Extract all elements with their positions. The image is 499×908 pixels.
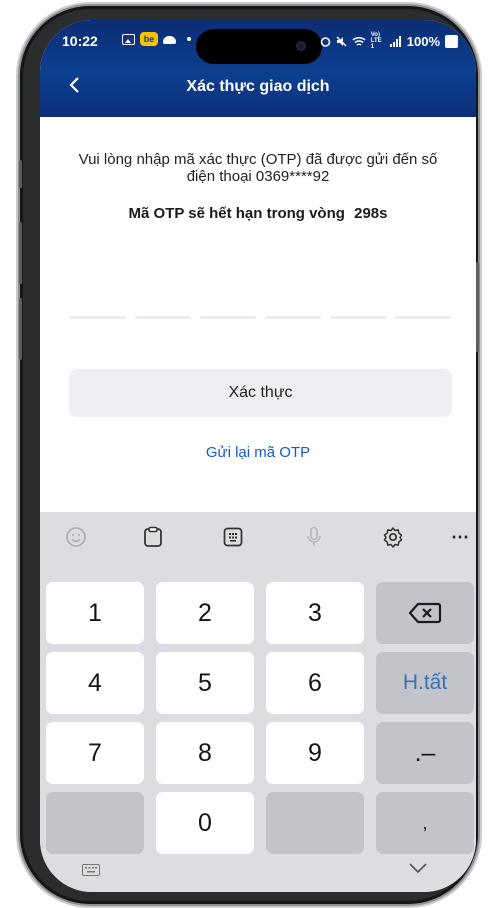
emoji-icon[interactable] xyxy=(64,525,88,549)
otp-digit-input[interactable] xyxy=(70,316,126,319)
signal-icon xyxy=(389,35,401,47)
otp-digit-input[interactable] xyxy=(330,316,386,319)
otp-digit-input[interactable] xyxy=(395,316,451,319)
blank-key[interactable] xyxy=(266,792,364,854)
chevron-down-icon[interactable] xyxy=(408,862,428,874)
dynamic-island xyxy=(196,29,322,64)
otp-expiry: Mã OTP sẽ hết hạn trong vòng 298s xyxy=(40,205,476,222)
otp-expiry-label: Mã OTP sẽ hết hạn trong vòng xyxy=(128,205,345,222)
dot-dash-key[interactable]: .– xyxy=(376,722,474,784)
microphone-icon[interactable] xyxy=(302,525,326,549)
otp-instruction: Vui lòng nhập mã xác thực (OTP) đã được … xyxy=(78,151,438,185)
front-camera-icon xyxy=(296,41,306,51)
status-time: 10:22 xyxy=(62,33,98,49)
otp-input-group xyxy=(70,316,451,319)
backspace-key[interactable] xyxy=(376,582,474,644)
power-button xyxy=(476,262,479,352)
keyboard-toolbar: ⋯ xyxy=(40,512,476,562)
wifi-icon xyxy=(352,36,366,46)
blank-key[interactable] xyxy=(46,792,144,854)
screen: 10:22 be Vo) LTE1 100% Xác thực giao dịc… xyxy=(40,20,476,892)
status-right-icons: Vo) LTE1 100% xyxy=(320,32,458,50)
key-0[interactable]: 0 xyxy=(156,792,254,854)
keypad-icon[interactable] xyxy=(221,525,245,549)
key-8[interactable]: 8 xyxy=(156,722,254,784)
cloud-icon xyxy=(163,36,176,44)
comma-key[interactable]: , xyxy=(376,792,474,854)
gallery-icon xyxy=(122,33,135,45)
battery-icon xyxy=(445,34,458,48)
key-7[interactable]: 7 xyxy=(46,722,144,784)
page-title: Xác thực giao dịch xyxy=(186,78,330,95)
verify-button[interactable]: Xác thực xyxy=(69,369,452,417)
dot-icon xyxy=(187,37,191,41)
otp-digit-input[interactable] xyxy=(265,316,321,319)
numeric-keyboard: ⋯ 1 2 3 4 5 6 H.tất 7 8 9 .– 0 , xyxy=(40,512,476,892)
resend-otp-link[interactable]: Gửi lại mã OTP xyxy=(40,444,476,461)
key-6[interactable]: 6 xyxy=(266,652,364,714)
backspace-icon xyxy=(408,602,442,624)
key-9[interactable]: 9 xyxy=(266,722,364,784)
app-header: 10:22 be Vo) LTE1 100% Xác thực giao dịc… xyxy=(40,20,476,117)
key-5[interactable]: 5 xyxy=(156,652,254,714)
status-notification-icons: be xyxy=(122,32,191,46)
mute-icon xyxy=(336,36,347,46)
key-3[interactable]: 3 xyxy=(266,582,364,644)
more-icon[interactable]: ⋯ xyxy=(448,525,472,549)
keyboard-switch-icon[interactable] xyxy=(82,864,100,876)
otp-content: Vui lòng nhập mã xác thực (OTP) đã được … xyxy=(40,117,476,512)
done-key[interactable]: H.tất xyxy=(376,652,474,714)
otp-digit-input[interactable] xyxy=(200,316,256,319)
keyboard-bottom-bar xyxy=(40,852,476,892)
volume-down-button xyxy=(19,298,22,360)
otp-digit-input[interactable] xyxy=(135,316,191,319)
alarm-icon xyxy=(320,36,331,47)
key-4[interactable]: 4 xyxy=(46,652,144,714)
be-app-icon: be xyxy=(140,32,158,46)
key-1[interactable]: 1 xyxy=(46,582,144,644)
clipboard-icon[interactable] xyxy=(141,525,165,549)
settings-icon[interactable] xyxy=(381,525,405,549)
volte-label: Vo) LTE1 xyxy=(370,32,382,50)
volume-up-button xyxy=(19,222,22,284)
key-2[interactable]: 2 xyxy=(156,582,254,644)
mute-switch xyxy=(19,160,22,188)
battery-percent: 100% xyxy=(406,33,440,49)
otp-countdown: 298s xyxy=(354,205,388,222)
